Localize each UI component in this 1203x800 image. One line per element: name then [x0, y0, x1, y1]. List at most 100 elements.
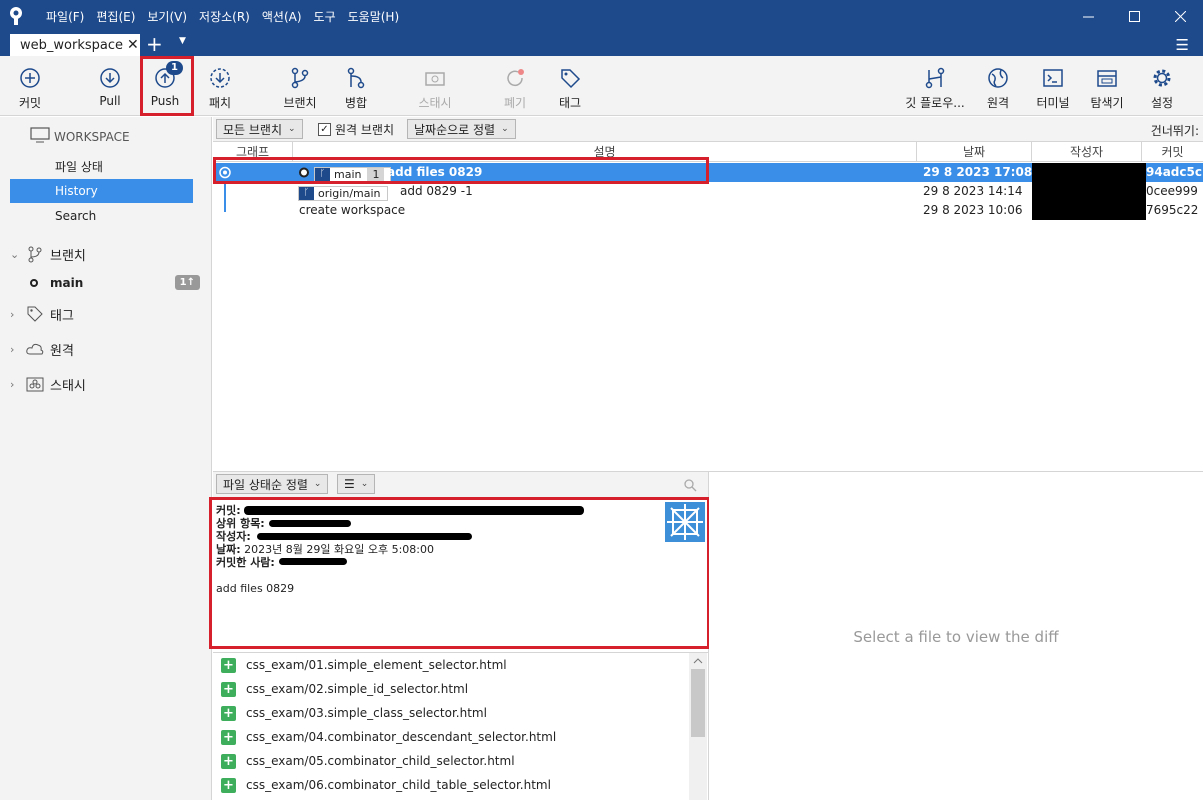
tab-label: web_workspace	[20, 37, 123, 53]
tab-dropdown-icon[interactable]: ▼	[179, 36, 186, 46]
tag-icon	[558, 66, 582, 90]
chevron-down-icon: ⌄	[288, 124, 296, 134]
chevron-right-icon: ›	[10, 377, 15, 391]
branch-button[interactable]: 브랜치	[280, 56, 320, 116]
minimize-button[interactable]	[1065, 0, 1111, 32]
fetch-button[interactable]: 패치	[202, 56, 238, 116]
menu-repository[interactable]: 저장소(R)	[195, 8, 258, 25]
merge-button[interactable]: 병합	[338, 56, 374, 116]
sidebar-item-search[interactable]: Search	[10, 204, 193, 228]
column-header-commit[interactable]: 커밋	[1142, 142, 1203, 162]
sidebar-item-history[interactable]: History	[10, 179, 193, 203]
remote-branches-checkbox[interactable]: ✓ 원격 브랜치	[318, 121, 394, 138]
file-path: css_exam/06.combinator_child_table_selec…	[246, 778, 551, 792]
commit-details-highlight-box	[209, 497, 710, 649]
tag-icon	[24, 305, 46, 323]
file-path: css_exam/03.simple_class_selector.html	[246, 706, 487, 720]
all-branches-label: 모든 브랜치	[223, 122, 283, 137]
fetch-icon	[208, 66, 232, 90]
workspace-label: WORKSPACE	[54, 129, 130, 144]
branch-label: 브랜치	[283, 96, 317, 110]
file-sort-dropdown[interactable]: 파일 상태순 정렬 ⌄	[216, 474, 329, 494]
globe-icon	[986, 66, 1010, 90]
chevron-down-icon: ⌄	[10, 247, 20, 261]
menu-actions[interactable]: 액션(A)	[258, 8, 310, 25]
sidebar-section-tags[interactable]: › 태그	[10, 302, 200, 326]
explorer-button[interactable]: 탐색기	[1087, 56, 1127, 116]
file-list-toolbar: 파일 상태순 정렬 ⌄ ☰ ⌄	[213, 472, 708, 498]
add-tab-button[interactable]: +	[146, 33, 163, 55]
menu-view[interactable]: 보기(V)	[143, 8, 195, 25]
commit-button[interactable]: 커밋	[12, 56, 48, 116]
folder-icon	[1095, 66, 1119, 90]
file-row[interactable]: + css_exam/05.combinator_child_selector.h…	[221, 749, 515, 773]
menu-help[interactable]: 도움말(H)	[344, 8, 408, 25]
commit-date: 29 8 2023 10:06	[923, 203, 1023, 217]
column-header-date[interactable]: 날짜	[917, 142, 1032, 162]
maximize-button[interactable]	[1111, 0, 1157, 32]
terminal-label: 터미널	[1036, 96, 1070, 110]
menu-edit[interactable]: 편집(E)	[92, 8, 143, 25]
all-branches-dropdown[interactable]: 모든 브랜치 ⌄	[216, 119, 303, 139]
ahead-badge: 1↑	[174, 275, 200, 290]
file-path: css_exam/05.combinator_child_selector.ht…	[246, 754, 515, 768]
diff-panel: Select a file to view the diff	[709, 471, 1203, 800]
sidebar-item-file-status[interactable]: 파일 상태	[10, 154, 193, 178]
sidebar-section-branches[interactable]: ⌄ 브랜치	[10, 242, 200, 266]
workspace-header: WORKSPACE	[30, 127, 130, 146]
branch-item-main[interactable]: main 1↑	[30, 274, 200, 292]
sidebar-section-stashes[interactable]: › 스태시	[10, 372, 200, 396]
file-row[interactable]: + css_exam/03.simple_class_selector.html	[221, 701, 487, 725]
explorer-label: 탐색기	[1090, 96, 1124, 110]
tag-button[interactable]: 태그	[552, 56, 588, 116]
close-window-button[interactable]	[1157, 0, 1203, 32]
scroll-up-icon[interactable]	[693, 657, 703, 665]
title-bar: 파일(F) 편집(E) 보기(V) 저장소(R) 액션(A) 도구 도움말(H)	[0, 0, 1203, 32]
file-row[interactable]: + css_exam/01.simple_element_selector.htm…	[221, 653, 507, 677]
discard-button[interactable]: 폐기	[497, 56, 533, 116]
branch-icon	[24, 245, 46, 263]
stash-icon	[24, 376, 46, 392]
file-row[interactable]: + css_exam/06.combinator_child_table_sele…	[221, 773, 551, 797]
file-list-scrollbar[interactable]	[689, 653, 707, 800]
scrollbar-thumb[interactable]	[691, 669, 705, 737]
sort-order-dropdown[interactable]: 날짜순으로 정렬 ⌄	[407, 119, 516, 139]
stash-button[interactable]: 스태시	[413, 56, 457, 116]
settings-button[interactable]: 설정	[1144, 56, 1180, 116]
discard-label: 폐기	[503, 96, 527, 110]
selected-commit-highlight-box	[213, 157, 709, 184]
menu-file[interactable]: 파일(F)	[42, 8, 92, 25]
file-row[interactable]: + css_exam/04.combinator_descendant_selec…	[221, 725, 556, 749]
changed-files-list: + css_exam/01.simple_element_selector.htm…	[213, 652, 708, 800]
remote-button[interactable]: 원격	[980, 56, 1016, 116]
hamburger-menu-icon[interactable]: ☰	[1176, 36, 1189, 54]
monitor-icon	[30, 127, 50, 146]
menu-tools[interactable]: 도구	[310, 8, 344, 25]
file-row[interactable]: + css_exam/02.simple_id_selector.html	[221, 677, 468, 701]
chevron-right-icon: ›	[10, 342, 15, 356]
pull-button[interactable]: Pull	[92, 56, 128, 116]
checkbox-checked-icon: ✓	[318, 123, 331, 136]
remote-label: 원격	[986, 96, 1010, 110]
terminal-icon	[1041, 66, 1065, 90]
terminal-button[interactable]: 터미널	[1033, 56, 1073, 116]
git-flow-button[interactable]: 깃 플로우...	[902, 56, 968, 116]
sidebar-item-label: History	[55, 184, 98, 198]
cloud-icon	[24, 342, 46, 356]
settings-label: 설정	[1150, 96, 1174, 110]
column-header-author[interactable]: 작성자	[1032, 142, 1142, 162]
tab-close-icon[interactable]: ✕	[127, 37, 139, 53]
sidebar-section-remotes[interactable]: › 원격	[10, 337, 200, 361]
view-mode-dropdown[interactable]: ☰ ⌄	[337, 474, 376, 494]
commit-message: create workspace	[299, 203, 406, 217]
tab-web-workspace[interactable]: web_workspace ✕	[10, 34, 140, 56]
commit-label: 커밋	[18, 96, 42, 110]
tag-label: 태그	[558, 96, 582, 110]
window-controls	[1065, 0, 1203, 32]
file-path: css_exam/04.combinator_descendant_select…	[246, 730, 557, 744]
tags-label: 태그	[50, 308, 74, 324]
diff-placeholder: Select a file to view the diff	[853, 628, 1059, 646]
search-icon[interactable]	[683, 478, 697, 492]
push-count-badge: 1	[166, 61, 183, 75]
file-added-icon: +	[221, 753, 236, 769]
